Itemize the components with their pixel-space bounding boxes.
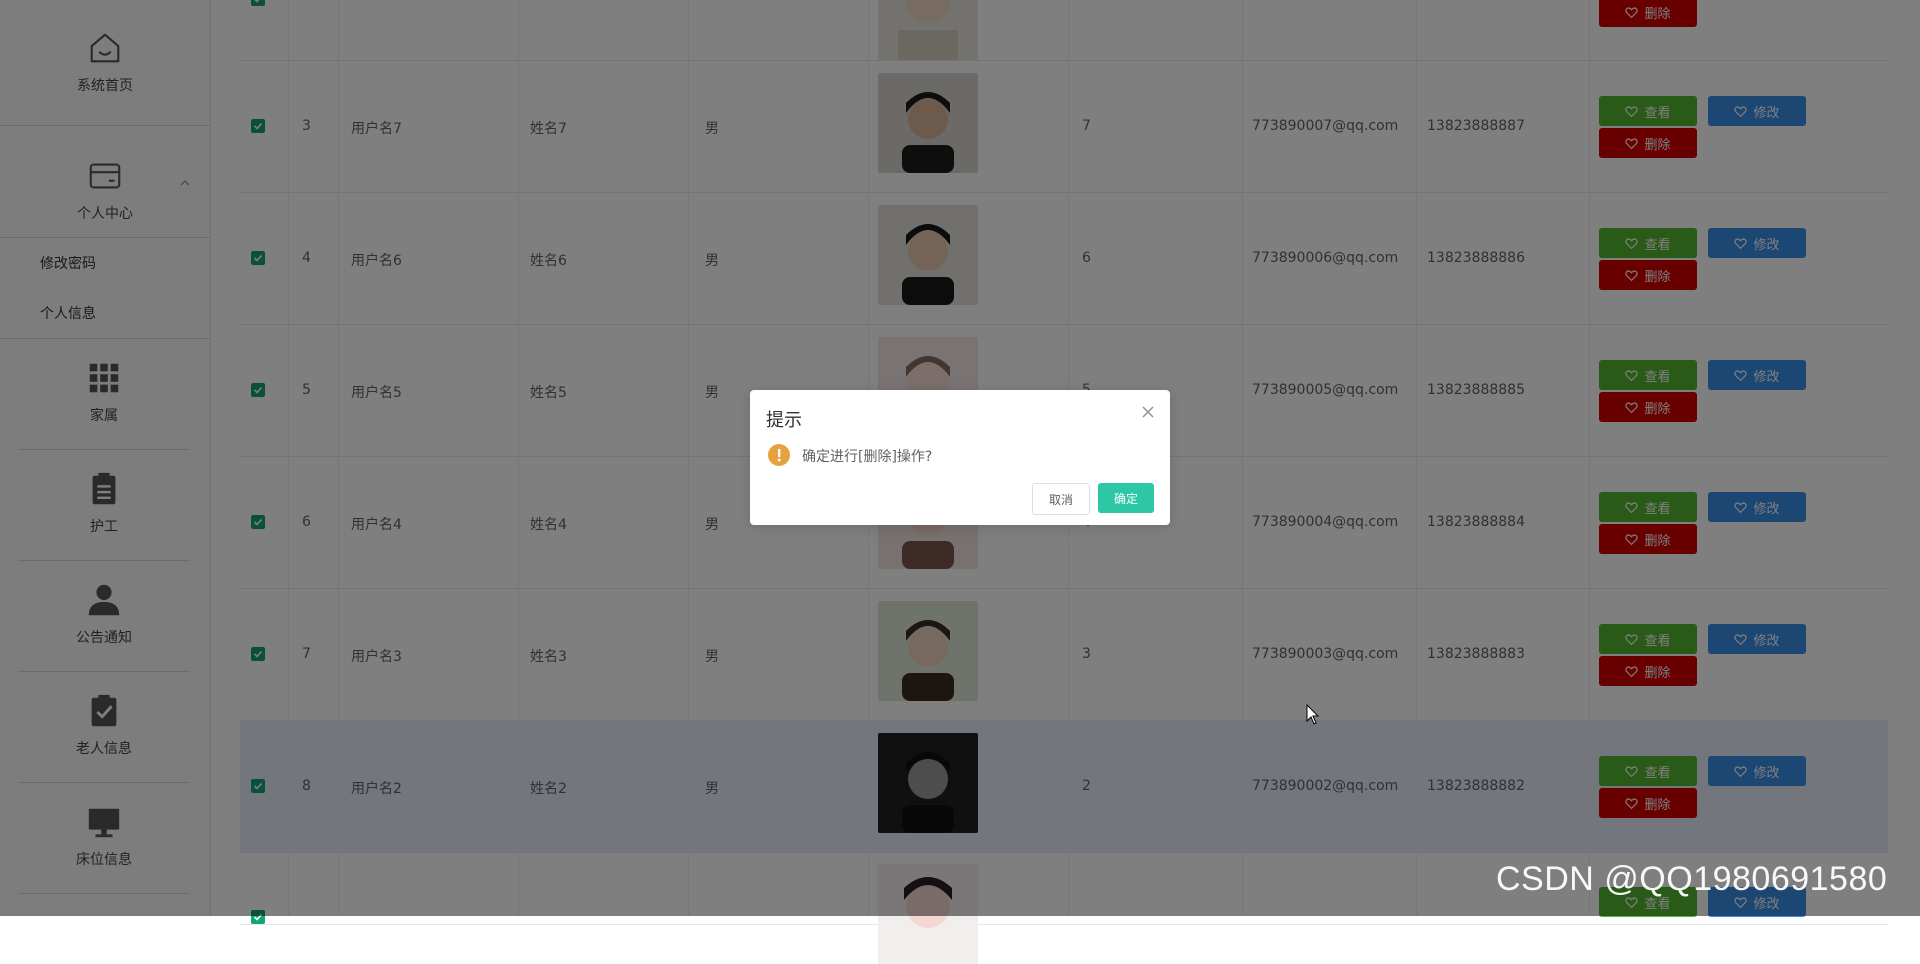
dialog-title: 提示 — [766, 410, 802, 431]
dialog-message: 确定进行[删除]操作? — [802, 449, 933, 465]
warning-icon — [768, 444, 790, 466]
close-icon[interactable] — [1140, 404, 1156, 420]
watermark: CSDN @QQ1980691580 — [1496, 860, 1888, 898]
cancel-button[interactable]: 取消 — [1032, 483, 1090, 515]
mouse-cursor-icon — [1306, 704, 1320, 725]
confirm-dialog: 提示 确定进行[删除]操作? 取消 确定 — [750, 390, 1170, 525]
confirm-button[interactable]: 确定 — [1098, 483, 1154, 513]
